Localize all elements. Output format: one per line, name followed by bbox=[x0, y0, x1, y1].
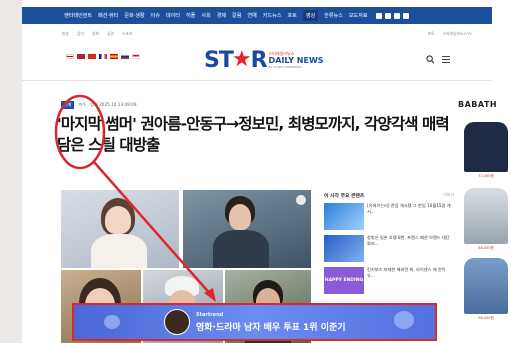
twitter-icon[interactable] bbox=[384, 12, 391, 19]
thumbnail bbox=[324, 203, 364, 230]
nav-item[interactable]: 사회 bbox=[201, 12, 210, 19]
nav-item[interactable]: 칼럼 bbox=[232, 12, 241, 19]
popular-content: 이 시각 주요 콘텐츠 더보기 [유레브는리] 한입 개시됐 그 한입 10월1… bbox=[324, 192, 454, 299]
site-logo[interactable]: ST ★ R 스타데일리뉴스 DAILY NEWS BY STARTS INDO… bbox=[204, 47, 324, 73]
flag-icon[interactable] bbox=[110, 54, 118, 59]
banner-logo: Startrend bbox=[196, 311, 224, 318]
thumbnail bbox=[324, 235, 364, 262]
ad-product[interactable]: 72,000원 bbox=[464, 122, 508, 179]
nav-item[interactable]: 한류뉴스 bbox=[324, 12, 343, 19]
facebook-icon[interactable] bbox=[375, 12, 382, 19]
avatar bbox=[164, 309, 190, 335]
product-image bbox=[464, 122, 508, 172]
nav-item[interactable]: 경제 bbox=[217, 12, 226, 19]
subnav-item[interactable]: 음악 bbox=[77, 31, 84, 37]
flag-icon[interactable] bbox=[66, 54, 74, 59]
section-title: 이 시각 주요 콘텐츠 bbox=[324, 194, 365, 199]
logo-text: R bbox=[250, 47, 268, 73]
thumbnail: HAPPY ENDING bbox=[324, 267, 364, 294]
divider bbox=[22, 80, 492, 81]
top-navigation: 엔터테인먼트 패션·뷰티 문화·생활 이슈 데이터 히플 사회 경제 칼럼 연예… bbox=[22, 7, 492, 24]
publish-date: 입력 2025.10.13 09:09 bbox=[90, 102, 137, 107]
list-item[interactable]: [유레브는리] 한입 개시됐 그 한입 10월15일 개시... bbox=[324, 203, 454, 230]
subnav-item[interactable]: 스포츠 bbox=[122, 31, 132, 37]
ad-price: 98,000원 bbox=[478, 316, 494, 320]
flag-icon[interactable] bbox=[77, 54, 85, 59]
nav-item-active[interactable]: 영상 bbox=[302, 10, 319, 21]
nav-item[interactable]: 키드뉴스 bbox=[263, 12, 282, 19]
logo-bar: ST ★ R 스타데일리뉴스 DAILY NEWS BY STARTS INDO… bbox=[22, 45, 492, 75]
article-headline: '마지막 썸머' 권아름-안동구→정보민, 최병모까지, 각양각색 매력 담은 … bbox=[57, 115, 450, 154]
nav-item[interactable]: 보도자료 bbox=[349, 12, 368, 19]
list-item-title: 창밖은 일본 호텔 8면, 프렌스 패션 브랜드 대단 화보... bbox=[367, 235, 450, 246]
vote-banner[interactable]: Startrend 영화·드라마 남자 배우 투표 1위 이준기 bbox=[72, 303, 437, 341]
star-icon: ★ bbox=[231, 47, 252, 72]
subnav-item[interactable]: 방송 bbox=[62, 31, 69, 37]
ad-brand: BABATH bbox=[458, 100, 498, 109]
logo-daily-news: DAILY NEWS bbox=[268, 56, 324, 65]
logo-tagline: BY STARTS INDONESIA bbox=[268, 65, 303, 69]
zoom-icon[interactable] bbox=[296, 195, 306, 205]
product-image bbox=[464, 188, 508, 244]
nav-item[interactable]: 패션·뷰티 bbox=[98, 12, 118, 19]
subnav-item[interactable]: 스타데일리뉴스TV bbox=[443, 31, 472, 37]
language-flags bbox=[66, 54, 140, 59]
ad-price: 72,000원 bbox=[478, 174, 494, 178]
list-item-title: [유레브는리] 한입 개시됐 그 한입 10월15일 개시... bbox=[367, 203, 451, 214]
list-item-title: 킨키보즈 마제한 해외면 최, 라이센스 에 한탁 유... bbox=[367, 267, 446, 278]
sub-navigation: 방송 음악 영화 공연 스포츠 포토 스타데일리뉴스TV bbox=[22, 29, 492, 39]
search-icon[interactable] bbox=[426, 55, 435, 64]
more-link[interactable]: 더보기 bbox=[444, 192, 454, 199]
subnav-item[interactable]: 공연 bbox=[107, 31, 114, 37]
flag-icon[interactable] bbox=[88, 54, 96, 59]
social-icons bbox=[375, 12, 409, 19]
category-badge[interactable]: 연예 bbox=[61, 101, 75, 109]
list-item[interactable]: 창밖은 일본 호텔 8면, 프렌스 패션 브랜드 대단 화보... bbox=[324, 235, 454, 262]
product-image bbox=[464, 258, 508, 314]
menu-icon[interactable] bbox=[442, 56, 450, 63]
author: 박수 bbox=[78, 102, 87, 107]
flag-icon[interactable] bbox=[99, 54, 107, 59]
nav-item[interactable]: 이슈 bbox=[151, 12, 160, 19]
ad-product[interactable]: 68,000원 bbox=[464, 188, 508, 251]
ad-price: 68,000원 bbox=[478, 246, 494, 250]
logo-text: ST bbox=[204, 47, 234, 73]
article-meta: 연예 박수 입력 2025.10.13 09:09 bbox=[61, 101, 137, 109]
list-item[interactable]: HAPPY ENDING 킨키보즈 마제한 해외면 최, 라이센스 에 한탁 유… bbox=[324, 267, 454, 294]
article-photo[interactable] bbox=[183, 190, 311, 268]
banner-message: 영화·드라마 남자 배우 투표 bbox=[196, 322, 300, 333]
flag-icon[interactable] bbox=[121, 54, 129, 59]
flag-icon[interactable] bbox=[132, 54, 140, 59]
subnav-item[interactable]: 영화 bbox=[92, 31, 99, 37]
nav-item[interactable]: 엔터테인먼트 bbox=[64, 12, 92, 19]
banner-rank: 1위 이준기 bbox=[303, 322, 346, 333]
nav-item[interactable]: 문화·생활 bbox=[124, 12, 144, 19]
nav-item[interactable]: 포토 bbox=[287, 12, 296, 19]
ad-product[interactable]: 98,000원 bbox=[464, 258, 508, 321]
nav-item[interactable]: 데이터 bbox=[166, 12, 180, 19]
nav-item[interactable]: 히플 bbox=[186, 12, 195, 19]
side-advertisement[interactable]: BABATH 72,000원 68,000원 98,000원 bbox=[458, 100, 511, 343]
youtube-icon[interactable] bbox=[393, 12, 400, 19]
subnav-item[interactable]: 포토 bbox=[428, 31, 435, 37]
nav-item[interactable]: 연예 bbox=[247, 12, 256, 19]
instagram-icon[interactable] bbox=[402, 12, 409, 19]
article-photo[interactable] bbox=[61, 190, 179, 268]
